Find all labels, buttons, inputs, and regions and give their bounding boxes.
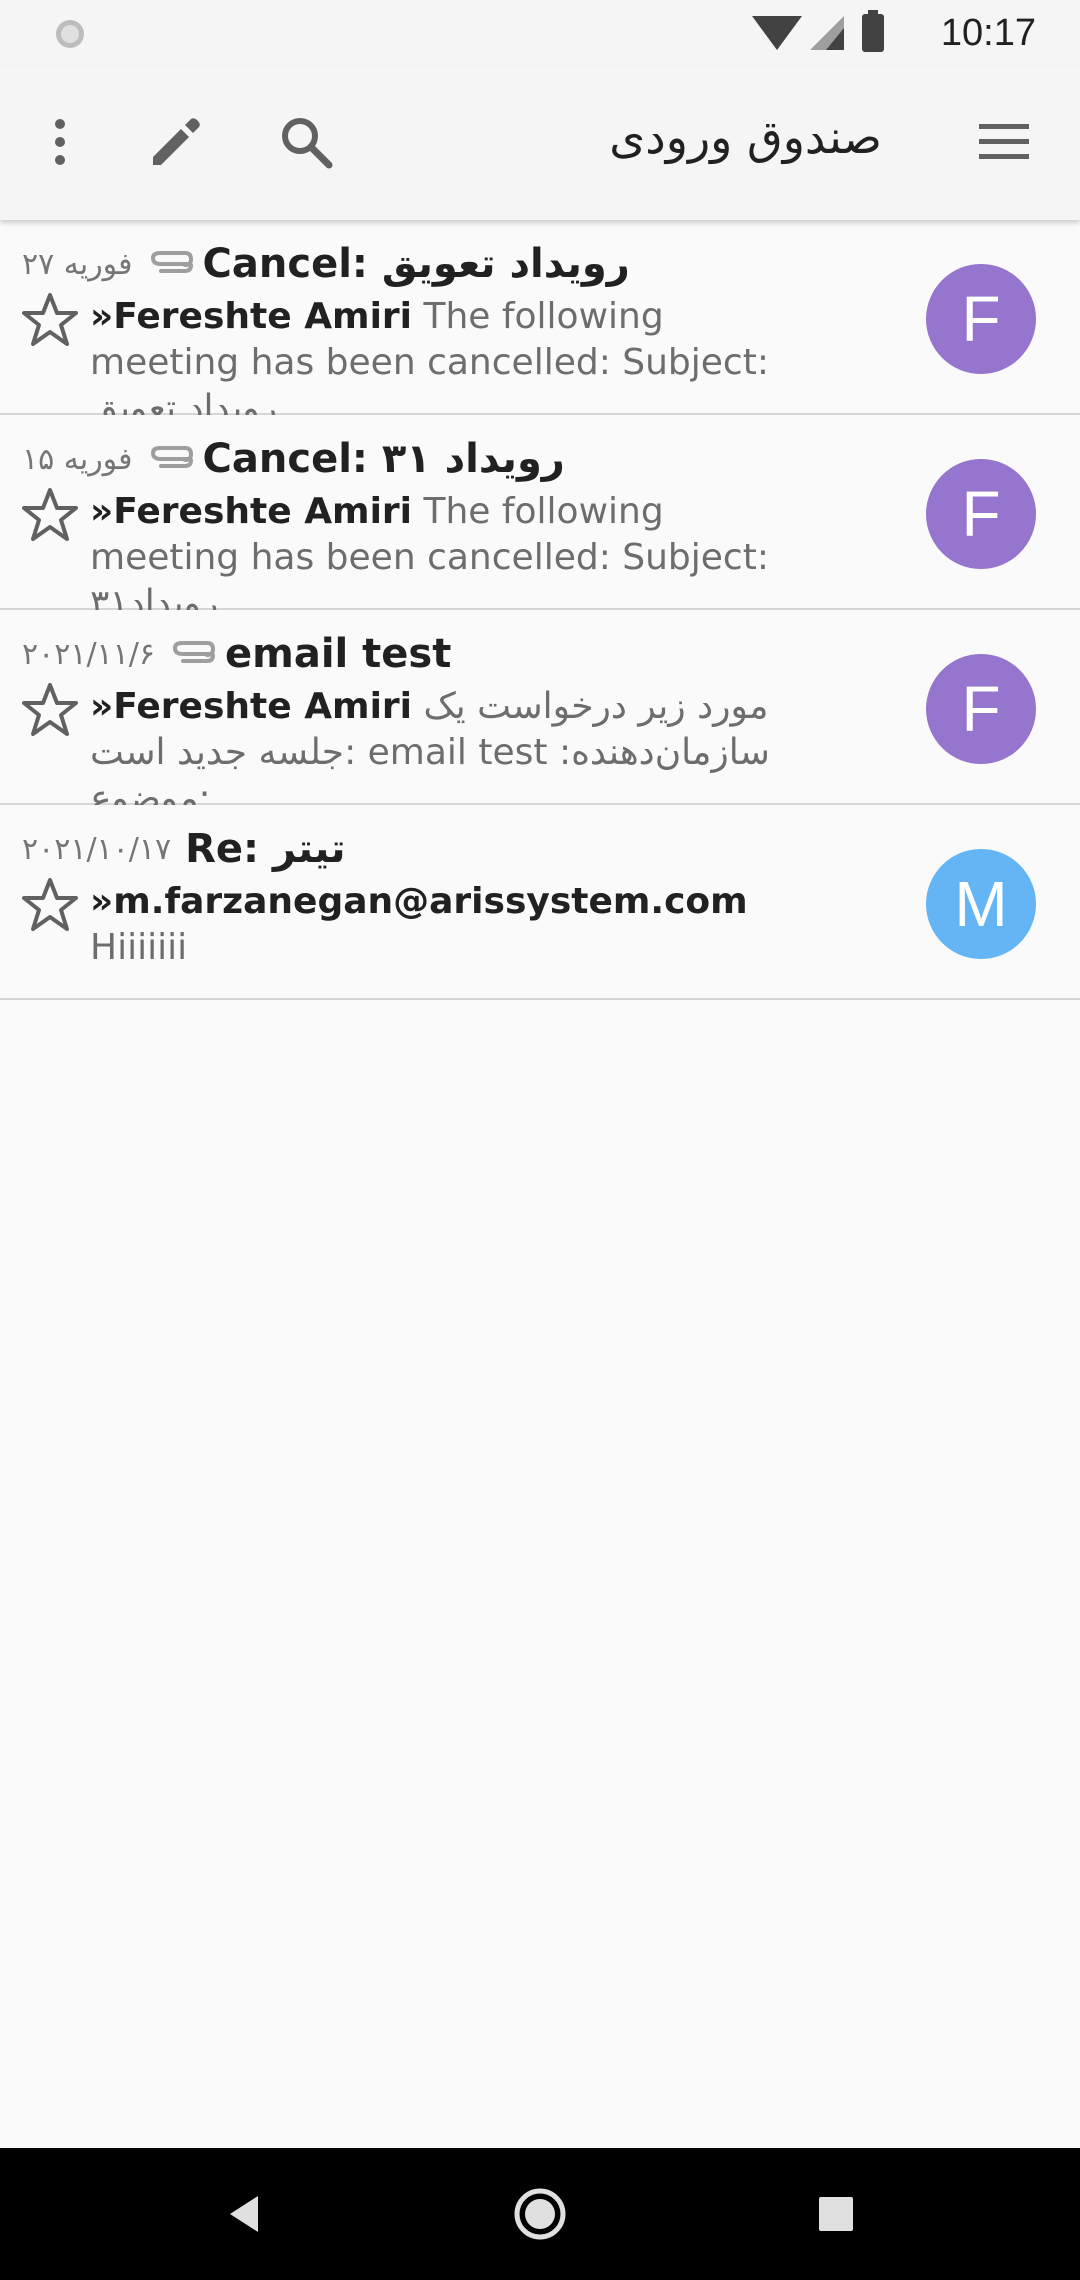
navigation-menu-button[interactable] [956, 94, 1052, 190]
avatar[interactable]: F [926, 654, 1036, 764]
message-subject: email test [225, 631, 452, 677]
message-row[interactable]: ۱۵ فوریه Cancel: رویداد ۳۱ »Fereshte Ami… [0, 415, 1080, 624]
message-snippet: Hiiiiiii [90, 927, 188, 968]
message-row[interactable]: ۲۷ فوریه Cancel: رویداد تعویق »Fereshte … [0, 220, 1080, 429]
search-icon [282, 118, 333, 169]
message-header: ۲۰۲۱/۱۰/۱۷ Re: تیتر [22, 821, 346, 877]
attachment-icon [150, 251, 193, 273]
recents-icon [819, 2197, 853, 2231]
avatar[interactable]: F [926, 459, 1036, 569]
app-bar: صندوق ورودی [0, 66, 1080, 220]
message-sender: »Fereshte Amiri [90, 491, 412, 532]
star-icon[interactable] [20, 680, 80, 740]
star-icon[interactable] [20, 485, 80, 545]
star-icon[interactable] [20, 875, 80, 935]
message-preview: »Fereshte Amiri The following meeting ha… [90, 294, 820, 432]
message-header: ۲۷ فوریه Cancel: رویداد تعویق [22, 236, 630, 292]
home-icon [514, 2188, 566, 2240]
avatar[interactable]: F [926, 264, 1036, 374]
message-header: ۱۵ فوریه Cancel: رویداد ۳۱ [22, 431, 565, 487]
system-nav-bar [0, 2148, 1080, 2280]
star-icon[interactable] [20, 290, 80, 350]
status-time: 10:17 [940, 12, 1036, 54]
message-preview: »m.farzanegan@arissystem.com Hiiiiiii [90, 879, 820, 971]
back-icon [230, 2196, 258, 2232]
attachment-icon [173, 641, 216, 663]
message-date: ۱۵ فوریه [22, 441, 133, 477]
status-indicators: 10:17 [750, 0, 1080, 66]
message-sender: »m.farzanegan@arissystem.com [90, 881, 748, 922]
message-list: ۲۷ فوریه Cancel: رویداد تعویق »Fereshte … [0, 220, 1080, 1000]
message-subject: Cancel: رویداد ۳۱ [202, 436, 565, 482]
back-button[interactable] [200, 2170, 288, 2258]
message-preview: »Fereshte Amiri مورد زیر درخواست یک جلسه… [90, 684, 820, 822]
compose-icon [153, 118, 200, 165]
message-date: ۲۷ فوریه [22, 246, 133, 282]
signal-battery-icons [752, 10, 884, 52]
more-vert-icon [55, 119, 65, 165]
message-preview: »Fereshte Amiri The following meeting ha… [90, 489, 820, 627]
menu-icon [979, 124, 1029, 159]
message-sender: »Fereshte Amiri [90, 296, 412, 337]
message-date: ۲۰۲۱/۱۰/۱۷ [22, 831, 172, 867]
more-options-button[interactable] [12, 94, 108, 190]
compose-button[interactable] [128, 94, 224, 190]
recents-button[interactable] [792, 2170, 880, 2258]
message-subject: Re: تیتر [185, 826, 346, 872]
attachment-icon [150, 446, 193, 468]
message-row[interactable]: ۲۰۲۱/۱۱/۶ email test »Fereshte Amiri مور… [0, 610, 1080, 819]
avatar[interactable]: M [926, 849, 1036, 959]
message-header: ۲۰۲۱/۱۱/۶ email test [22, 626, 451, 682]
search-button[interactable] [258, 94, 354, 190]
message-sender: »Fereshte Amiri [90, 686, 412, 727]
loading-indicator-icon [56, 20, 84, 48]
page-title: صندوق ورودی [609, 110, 882, 164]
message-subject: Cancel: رویداد تعویق [202, 241, 630, 287]
status-bar: 10:17 [0, 0, 1080, 66]
home-button[interactable] [496, 2170, 584, 2258]
message-row[interactable]: ۲۰۲۱/۱۰/۱۷ Re: تیتر »m.farzanegan@arissy… [0, 805, 1080, 1000]
message-date: ۲۰۲۱/۱۱/۶ [22, 636, 156, 672]
